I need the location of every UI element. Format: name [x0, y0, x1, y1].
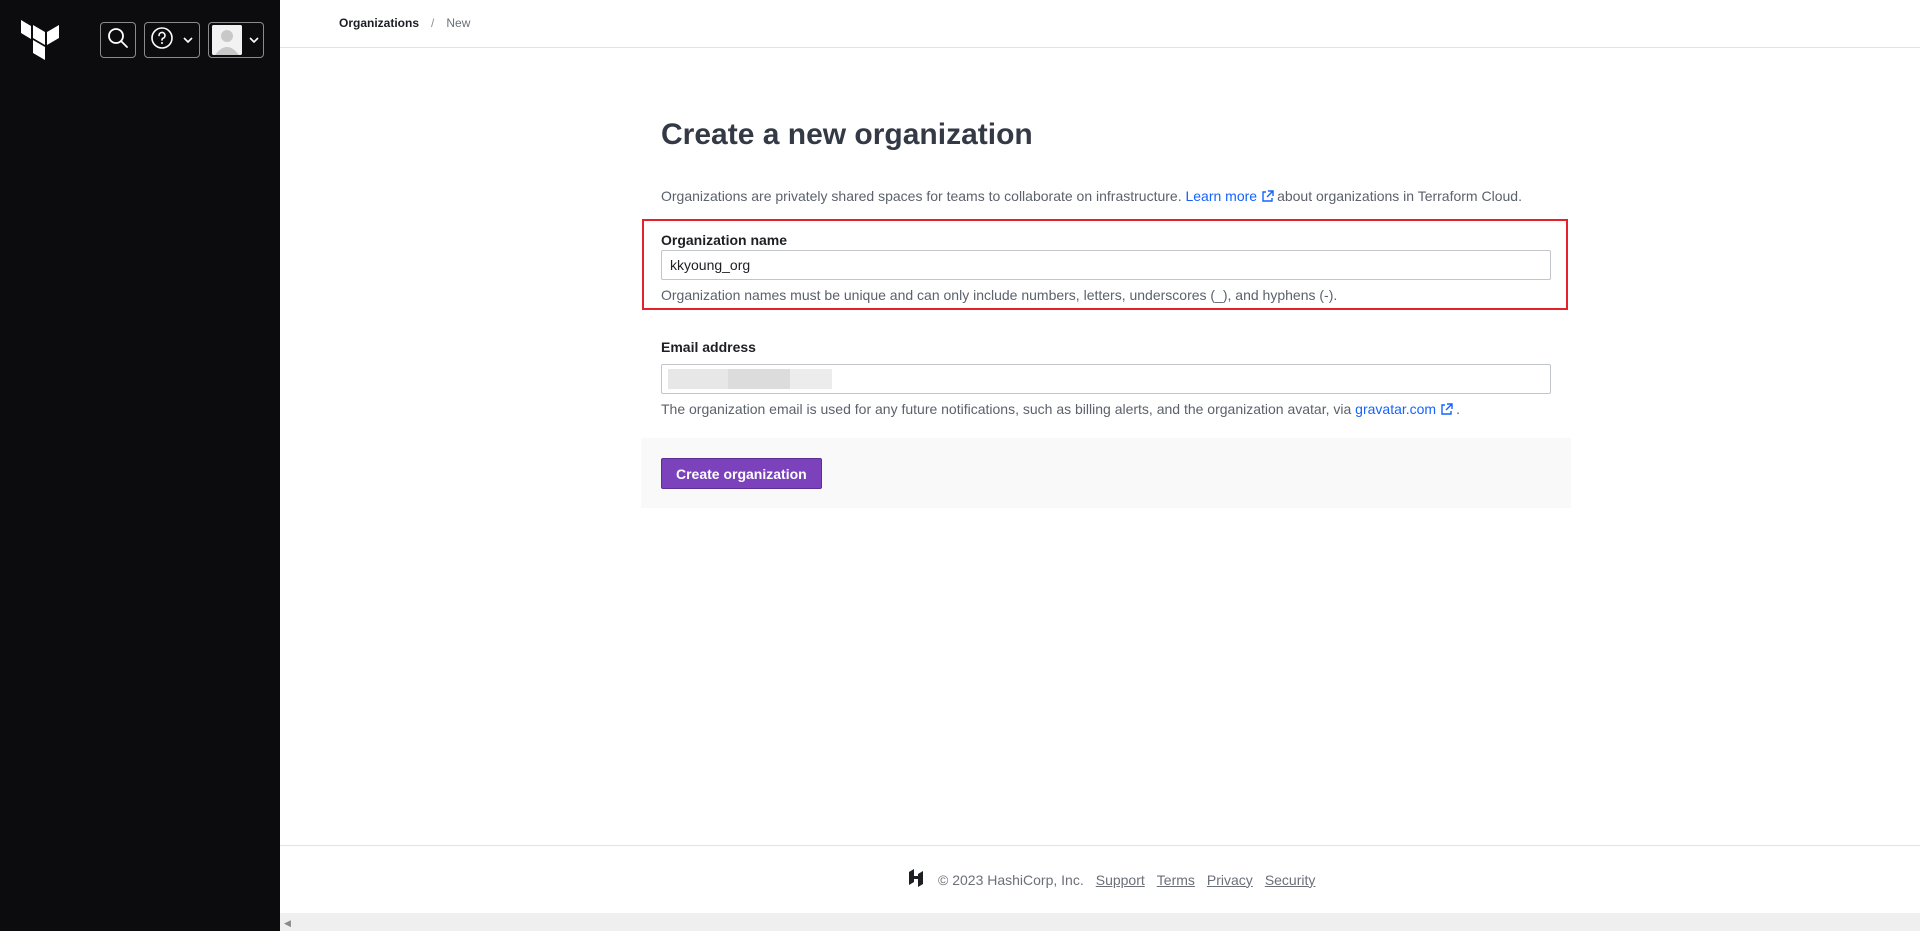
gravatar-link[interactable]: gravatar.com: [1355, 401, 1456, 417]
email-input[interactable]: [661, 364, 1551, 394]
email-help-text: The organization email is used for any f…: [661, 401, 1460, 419]
external-link-icon: [1440, 403, 1453, 419]
footer-support-link[interactable]: Support: [1096, 872, 1145, 888]
email-help-prefix: The organization email is used for any f…: [661, 401, 1352, 417]
email-help-suffix: .: [1456, 401, 1460, 417]
intro-text: Organizations are privately shared space…: [661, 188, 1522, 206]
horizontal-scrollbar[interactable]: ◀: [280, 913, 1920, 931]
learn-more-label: Learn more: [1185, 188, 1258, 204]
gravatar-link-label: gravatar.com: [1355, 401, 1437, 417]
create-organization-button[interactable]: Create organization: [661, 458, 822, 489]
footer-security-link[interactable]: Security: [1265, 872, 1316, 888]
scroll-left-icon[interactable]: ◀: [284, 918, 291, 929]
page-title: Create a new organization: [661, 118, 1033, 151]
org-name-highlight-box: [642, 219, 1568, 310]
terraform-logo-icon[interactable]: [21, 20, 59, 60]
avatar: [212, 25, 242, 55]
copyright-text: © 2023 HashiCorp, Inc.: [938, 871, 1084, 888]
learn-more-link[interactable]: Learn more: [1185, 188, 1277, 204]
breadcrumb-separator: /: [431, 16, 435, 30]
form-actions: Create organization: [641, 438, 1571, 508]
footer: © 2023 HashiCorp, Inc. Support Terms Pri…: [280, 845, 1920, 913]
breadcrumb-organizations-link[interactable]: Organizations: [339, 16, 419, 30]
search-button[interactable]: [100, 22, 136, 58]
redacted-block: [728, 369, 790, 389]
hashicorp-logo-icon: [906, 868, 926, 891]
breadcrumb: Organizations / New: [339, 16, 470, 30]
footer-terms-link[interactable]: Terms: [1157, 872, 1195, 888]
external-link-icon: [1261, 190, 1274, 206]
sidebar: [0, 0, 280, 931]
chevron-down-icon: [183, 31, 193, 49]
help-icon: [150, 26, 174, 55]
redacted-block: [790, 369, 832, 389]
email-label: Email address: [661, 339, 756, 355]
footer-content: © 2023 HashiCorp, Inc. Support Terms Pri…: [906, 868, 1315, 891]
footer-privacy-link[interactable]: Privacy: [1207, 872, 1253, 888]
intro-prefix: Organizations are privately shared space…: [661, 188, 1182, 204]
breadcrumb-current: New: [446, 16, 471, 30]
intro-suffix: about organizations in Terraform Cloud.: [1277, 188, 1522, 204]
top-bar: Organizations / New: [280, 0, 1920, 48]
chevron-down-icon: [249, 31, 259, 49]
search-icon: [107, 27, 129, 54]
user-menu-button[interactable]: [208, 22, 264, 58]
help-menu-button[interactable]: [144, 22, 200, 58]
redacted-block: [668, 369, 728, 389]
